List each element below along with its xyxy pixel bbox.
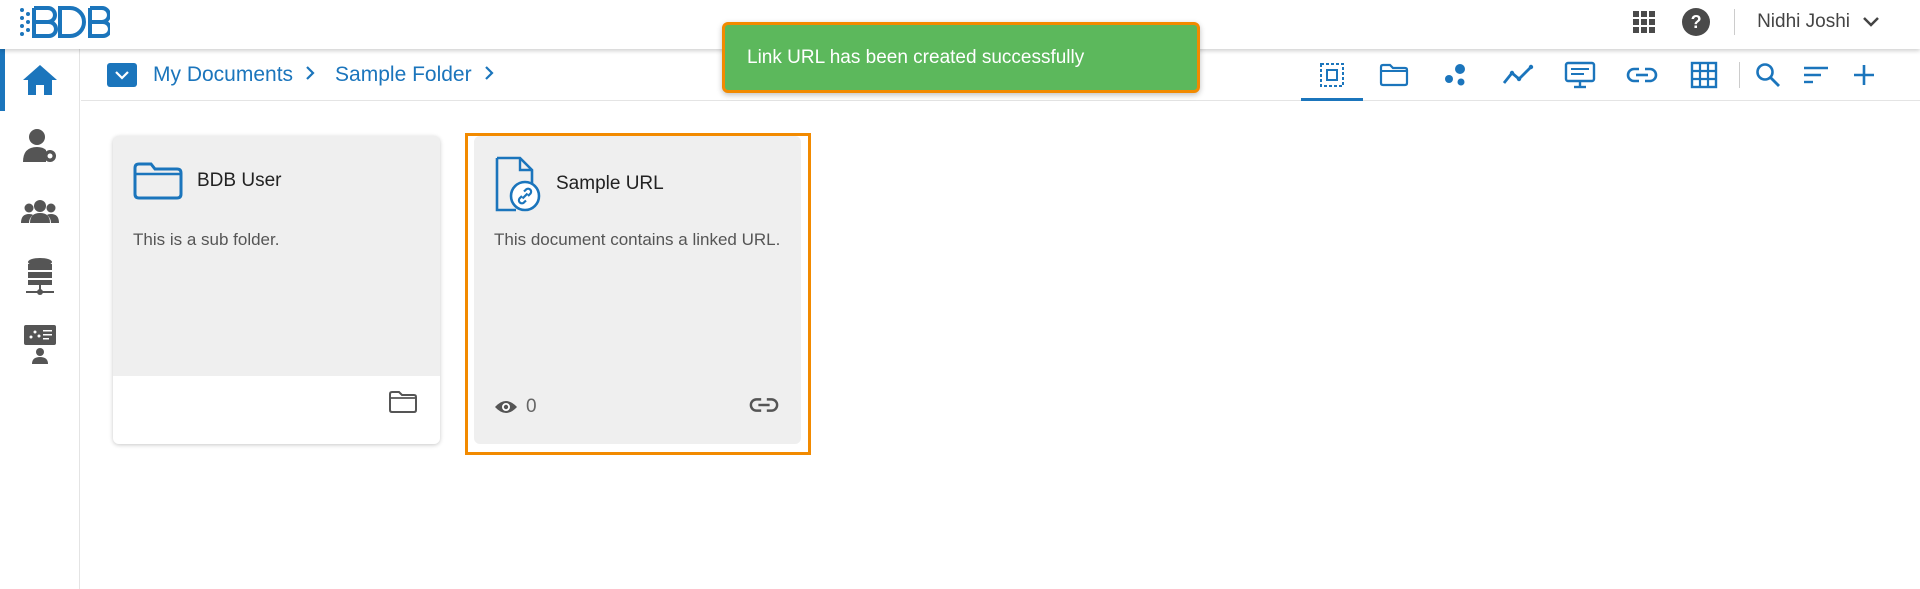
chevron-down-icon [1863,17,1879,27]
user-name: Nidhi Joshi [1757,11,1850,32]
user-settings-icon [23,129,56,162]
tool-folder[interactable] [1363,49,1425,101]
chevron-right-icon [305,65,315,86]
card-title: BDB User [197,170,282,191]
link-document-icon [495,156,541,212]
card-description: This document contains a linked URL. [494,230,781,249]
folder-icon[interactable] [388,390,418,414]
card-footer [113,376,440,444]
chevron-right-icon [484,65,494,86]
breadcrumb: My Documents Sample Folder [107,49,504,101]
folder-card[interactable]: BDB User This is a sub folder. [113,136,440,444]
home-icon [23,65,57,95]
tool-sort[interactable] [1792,49,1840,101]
toast-message: Link URL has been created successfully [747,46,1085,68]
tool-presentation[interactable] [1549,49,1611,101]
toolbar-divider [1739,62,1740,88]
tool-search[interactable] [1744,49,1792,101]
database-icon [26,258,54,295]
presentation-user-icon [24,325,56,364]
card-header: Sample URL [494,156,664,212]
apps-grid-icon[interactable] [1630,8,1658,36]
tool-scatter[interactable] [1425,49,1487,101]
sidebar-item-groups[interactable] [0,181,80,243]
sidebar-item-presentation[interactable] [0,313,80,375]
header-divider [1734,9,1736,35]
add-icon [1854,65,1874,85]
presentation-icon [1564,61,1596,89]
folder-icon [133,162,183,200]
line-chart-icon [1502,64,1534,84]
left-sidebar [0,49,80,589]
users-group-icon [21,200,59,223]
tool-select-all[interactable] [1301,49,1363,101]
document-toolbar [1301,49,1888,101]
breadcrumb-my-documents[interactable]: My Documents [153,63,293,87]
tool-line-chart[interactable] [1487,49,1549,101]
folder-icon [1379,63,1409,87]
eye-icon [495,401,517,413]
bdb-logo[interactable] [18,2,110,42]
grid-icon [1690,61,1718,89]
link-icon [1626,67,1658,83]
folder-dropdown-icon[interactable] [107,63,137,87]
success-toast[interactable]: Link URL has been created successfully [722,22,1200,93]
tool-link[interactable] [1611,49,1673,101]
tool-grid[interactable] [1673,49,1735,101]
card-header: BDB User [133,162,281,200]
scatter-icon [1445,64,1465,86]
help-icon[interactable]: ? [1682,8,1711,36]
user-menu[interactable]: Nidhi Joshi [1757,11,1880,33]
tool-add[interactable] [1840,49,1888,101]
url-card[interactable]: Sample URL This document contains a link… [474,136,801,444]
sidebar-item-home[interactable] [0,49,80,111]
view-count-value: 0 [526,396,537,417]
card-title: Sample URL [556,173,664,194]
sidebar-item-user-settings[interactable] [0,115,80,177]
breadcrumb-sample-folder[interactable]: Sample Folder [335,63,472,87]
view-count: 0 [494,396,537,418]
card-description: This is a sub folder. [133,230,280,249]
sidebar-item-data[interactable] [0,246,80,308]
sort-icon [1804,66,1828,84]
select-all-icon [1320,63,1344,87]
search-icon [1756,63,1780,87]
link-icon[interactable] [749,396,779,414]
